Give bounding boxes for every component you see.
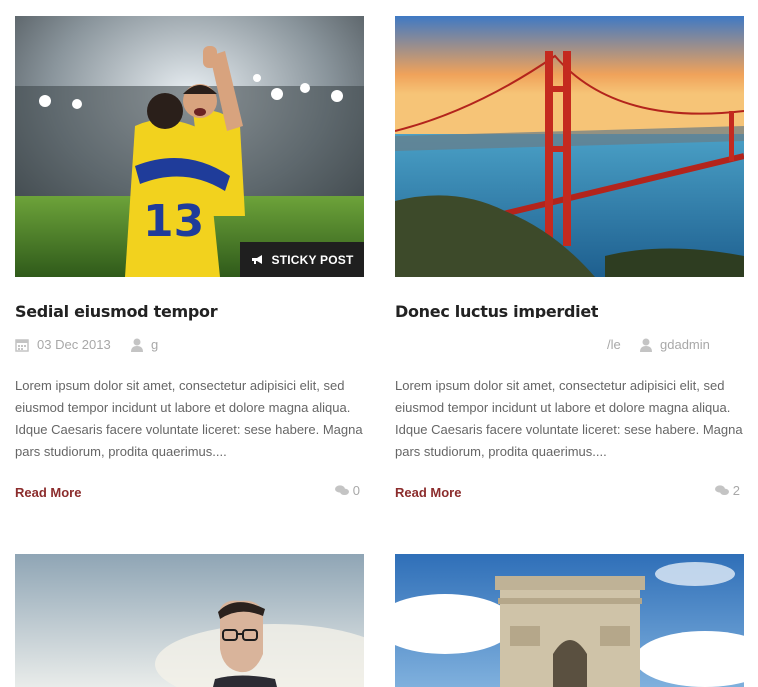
sticky-post-badge: STICKY POST [240, 242, 364, 277]
businessman-sky-image [15, 554, 364, 687]
post-title-text[interactable]: Donec luctus imperdiet [395, 302, 598, 318]
post-date-text: 03 Dec 2013 [37, 337, 111, 352]
stadium-celebration-image: 13 [15, 16, 364, 277]
user-icon [131, 338, 143, 352]
post-date: 03 Dec 2013 [15, 337, 111, 352]
calendar-icon [15, 338, 29, 352]
post-category[interactable]: /le [607, 337, 621, 352]
sticky-post-label: STICKY POST [271, 252, 354, 267]
comment-count-number: 0 [352, 483, 360, 498]
post-excerpt: Lorem ipsum dolor sit amet, consectetur … [15, 378, 363, 459]
post-author-name[interactable]: g [151, 337, 158, 352]
post-title[interactable]: Donec luctus imperdiet [395, 302, 598, 318]
post-thumbnail[interactable]: 13 STICKY POST [15, 16, 364, 277]
comment-count[interactable]: 2 [714, 483, 740, 498]
post-author[interactable]: g [131, 337, 158, 352]
comments-icon [334, 485, 349, 495]
comment-count-number: 2 [732, 483, 740, 498]
post-card: Donec luctus imperdiet /le gdadmin Lorem… [395, 16, 744, 500]
post-card: 13 STICKY POST Sedial eiusmod tempor 03 … [15, 16, 364, 500]
read-more-link[interactable]: Read More [15, 485, 81, 500]
comment-count[interactable]: 0 [334, 483, 360, 498]
read-more-link[interactable]: Read More [395, 485, 461, 500]
post-title[interactable]: Sedial eiusmod tempor [15, 302, 218, 321]
arc-de-triomphe-image [395, 554, 744, 687]
post-excerpt: Lorem ipsum dolor sit amet, consectetur … [395, 378, 743, 459]
post-thumbnail[interactable] [395, 16, 744, 277]
svg-text:13: 13 [143, 196, 204, 247]
post-meta: 03 Dec 2013 g [15, 337, 364, 355]
post-card [395, 554, 744, 687]
post-card [15, 554, 364, 687]
post-category-text[interactable]: /le [607, 337, 621, 352]
post-thumbnail[interactable] [395, 554, 744, 687]
user-icon [640, 338, 652, 352]
post-thumbnail[interactable] [15, 554, 364, 687]
post-author-name[interactable]: gdadmin [660, 337, 710, 352]
comments-icon [714, 485, 729, 495]
post-meta: /le gdadmin [395, 337, 744, 355]
megaphone-icon [251, 255, 262, 264]
golden-gate-bridge-image [395, 16, 744, 277]
post-author[interactable]: gdadmin [640, 337, 710, 352]
